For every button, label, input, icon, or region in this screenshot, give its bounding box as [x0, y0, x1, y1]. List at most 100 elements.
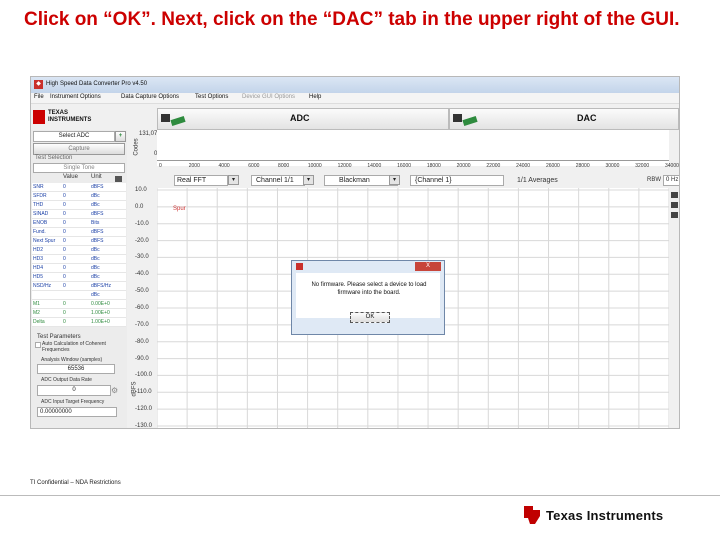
channel-dropdown[interactable]: Channel 1/1 — [251, 175, 305, 186]
tab-dac[interactable]: DAC — [449, 108, 679, 130]
menu-help[interactable]: Help — [309, 94, 321, 100]
channel-arrow-icon[interactable]: ▾ — [303, 175, 314, 185]
test-parameters-label: Test Parameters — [37, 334, 81, 340]
gear-icon[interactable]: ⚙ — [111, 386, 118, 395]
channel-display-box: {Channel 1} — [410, 175, 504, 186]
output-rate-input[interactable]: 0 — [37, 385, 111, 396]
y-tick: -40.0 — [135, 271, 149, 278]
menu-file[interactable]: File — [34, 94, 44, 100]
channel-value: Channel 1/1 — [256, 177, 294, 184]
select-adc-button[interactable]: + — [115, 131, 126, 142]
table-cell-name: Next Spur — [33, 238, 56, 244]
tab-dac-label: DAC — [577, 113, 597, 123]
window-titlebar: ◆ High Speed Data Converter Pro v4.50 — [31, 77, 679, 93]
table-row: Fund. 0 dBFS — [32, 228, 126, 237]
table-cell-unit: 1.00E+0 — [91, 310, 110, 316]
table-cell-value: 0 — [63, 247, 66, 253]
y-tick: -70.0 — [135, 321, 149, 328]
footer-ti-logo: Texas Instruments — [524, 505, 684, 527]
table-row: HD2 0 dBc — [32, 246, 126, 255]
table-cell-value: 0 — [63, 256, 66, 262]
fft-type-value: Real FFT — [177, 177, 207, 184]
table-cell-unit: dBc — [91, 292, 100, 298]
table-cell-name: HD3 — [33, 256, 44, 262]
table-cell-value: 0 — [63, 202, 66, 208]
channel-display-value: {Channel 1} — [415, 177, 452, 184]
averages-label: 1/1 Averages — [517, 177, 558, 184]
dialog-ok-button[interactable]: OK — [350, 312, 390, 323]
table-cell-name: SINAD — [33, 211, 49, 217]
capture-button[interactable]: Capture — [33, 143, 125, 155]
output-rate-label: ADC Output Data Rate — [41, 377, 92, 383]
table-cell-unit: dBFS — [91, 238, 104, 244]
window-arrow-icon[interactable]: ▾ — [389, 175, 400, 185]
input-freq-input[interactable]: 0.00000000 — [37, 407, 117, 417]
y-tick: -20.0 — [135, 237, 149, 244]
no-firmware-dialog: X No firmware. Please select a device to… — [291, 260, 445, 335]
table-cell-name: HD2 — [33, 247, 44, 253]
top-x-tick: 26000 — [545, 163, 560, 169]
pan-icon[interactable] — [671, 202, 678, 208]
table-row: THD 0 dBc — [32, 201, 126, 210]
analysis-window-input[interactable]: 65536 — [37, 364, 115, 374]
table-cell-unit: Bits — [91, 220, 100, 226]
top-x-tick: 30000 — [605, 163, 620, 169]
table-row: ENOB 0 Bits — [32, 219, 126, 228]
y-tick: -120.0 — [135, 406, 153, 413]
y-tick: -100.0 — [135, 372, 153, 379]
scroll-up-icon[interactable] — [115, 176, 122, 182]
dac-board-icon — [462, 115, 478, 127]
table-cell-name: M1 — [33, 301, 40, 307]
footer-confidential-note: TI Confidential – NDA Restrictions — [30, 480, 121, 486]
rbw-label: RBW — [647, 177, 661, 183]
menu-instrument-options[interactable]: Instrument Options — [50, 94, 101, 100]
table-row: M2 0 1.00E+0 — [32, 309, 126, 318]
fft-type-arrow-icon[interactable]: ▾ — [228, 175, 239, 185]
menu-test-options[interactable]: Test Options — [195, 94, 228, 100]
test-selection-dropdown[interactable]: Single Tone — [33, 163, 125, 173]
top-x-tick: 0 — [159, 163, 162, 169]
table-cell-unit: 0.00E+0 — [91, 301, 110, 307]
dialog-close-button[interactable]: X — [415, 262, 441, 271]
test-selection-label: Test Selection — [35, 155, 73, 161]
table-cell-value: 0 — [63, 220, 66, 226]
tab-adc[interactable]: ADC — [157, 108, 449, 130]
auto-calc-label: Auto Calculation of Coherent Frequencies — [42, 341, 106, 353]
table-row: NSD/Hz 0 dBFS/Hz — [32, 282, 126, 291]
table-cell-name: Fund. — [33, 229, 46, 235]
table-cell-name: HD5 — [33, 274, 44, 280]
table-cell-value: 0 — [63, 274, 66, 280]
app-icon: ◆ — [34, 80, 43, 89]
top-x-tick: 16000 — [397, 163, 412, 169]
ti-logo-line1: TEXAS — [48, 110, 69, 116]
zoom-icon[interactable] — [671, 192, 678, 198]
table-cell-value: 0 — [63, 265, 66, 271]
y-tick: 10.0 — [135, 187, 147, 193]
fft-type-dropdown[interactable]: Real FFT — [174, 175, 228, 186]
table-cell-name: SFDR — [33, 193, 47, 199]
auto-calc-checkbox[interactable] — [35, 342, 41, 348]
y-tick: -80.0 — [135, 338, 149, 345]
top-x-tick: 6000 — [248, 163, 260, 169]
device-tab-bar: TEXAS INSTRUMENTS ADC DAC — [31, 104, 679, 130]
table-cell-unit: dBFS — [91, 229, 104, 235]
menu-data-capture-options[interactable]: Data Capture Options — [121, 94, 179, 100]
table-cell-value: 0 — [63, 229, 66, 235]
y-tick: -90.0 — [135, 355, 149, 362]
top-x-tick: 2000 — [188, 163, 200, 169]
table-cell-name: HD4 — [33, 265, 44, 271]
window-dropdown[interactable]: Blackman — [324, 175, 398, 186]
rbw-value: 0 — [666, 177, 670, 183]
select-adc-dropdown[interactable]: Select ADC — [33, 131, 115, 142]
table-row: Delta 0 1.00E+0 — [32, 318, 126, 327]
cursor-icon[interactable] — [671, 212, 678, 218]
table-cell-value: 0 — [63, 319, 66, 325]
menu-device-gui-options[interactable]: Device GUI Options — [242, 94, 295, 100]
left-panel: Select ADC + Capture Test Selection Sing… — [31, 130, 127, 428]
y-tick: -30.0 — [135, 254, 149, 261]
table-cell-name: Delta — [33, 319, 45, 325]
table-cell-name: ENOB — [33, 220, 48, 226]
top-x-tick: 34000 — [665, 163, 679, 169]
top-x-tick: 20000 — [456, 163, 471, 169]
top-x-tick: 32000 — [635, 163, 650, 169]
